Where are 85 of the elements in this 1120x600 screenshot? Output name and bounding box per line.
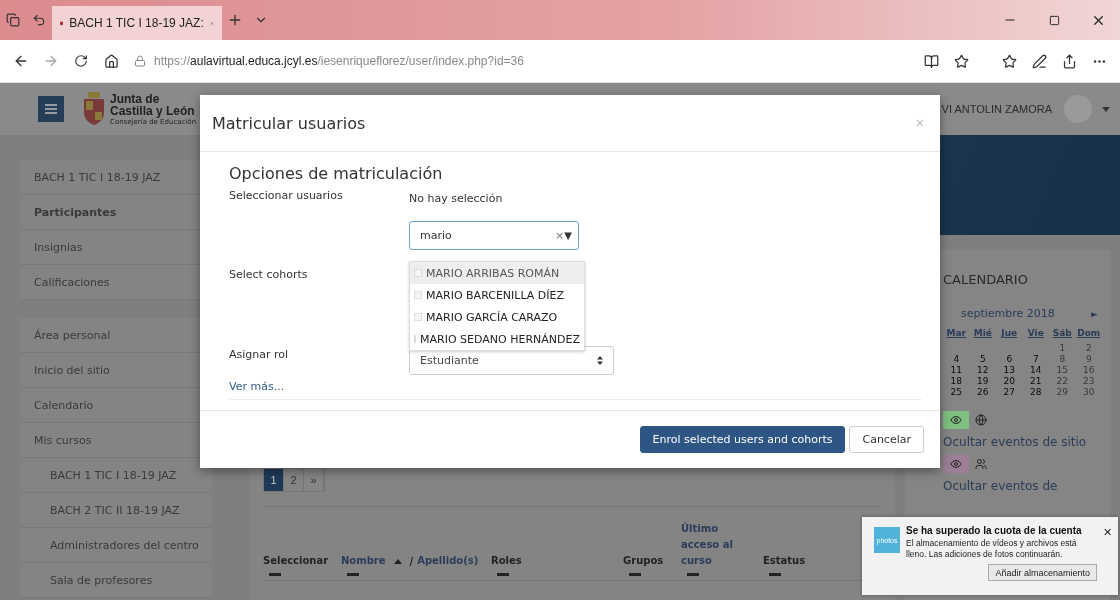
weekday-label: Dom <box>1076 328 1102 338</box>
users-icon <box>975 458 987 470</box>
filter-link[interactable]: Ocultar eventos de sitio <box>943 435 1087 449</box>
column-header: Estatus <box>763 554 807 568</box>
calendar-month: septiembre 2018 <box>961 307 1055 320</box>
url-text: https://aulavirtual.educa.jcyl.es/iesenriqueflorez/user/index.php?id=36 <box>154 54 524 68</box>
logo-text: Junta de <box>110 92 161 105</box>
cancel-button[interactable]: Cancelar <box>849 426 924 453</box>
calendar-day[interactable]: 23 <box>1075 376 1102 386</box>
suggestion-item[interactable]: MARIO SEDANO HERNÁNDEZ <box>410 328 584 350</box>
calendar-day[interactable]: 4 <box>943 354 970 364</box>
dialog-title: Matricular usuarios <box>212 113 366 133</box>
menu-icon <box>45 104 57 114</box>
lock-icon <box>134 55 146 67</box>
calendar-day[interactable]: 18 <box>943 376 970 386</box>
calendar-day[interactable]: 8 <box>1049 354 1076 364</box>
globe-icon <box>975 414 987 426</box>
calendar-day[interactable]: 14 <box>1022 365 1049 375</box>
calendar-day[interactable]: 7 <box>1022 354 1049 364</box>
calendar-day[interactable]: 29 <box>1049 387 1076 397</box>
nav-item[interactable]: Administradores del centro <box>20 528 212 563</box>
calendar-day[interactable]: 27 <box>996 387 1023 397</box>
nav-item[interactable]: BACH 2 TIC II 18-19 JAZ <box>20 493 212 528</box>
add-storage-button[interactable]: Añadir almacenamiento <box>988 564 1097 582</box>
eye-badge[interactable] <box>943 411 969 429</box>
calendar-day[interactable]: 6 <box>996 354 1023 364</box>
column-separator: / <box>409 555 414 567</box>
column-header: Seleccionar <box>263 554 330 568</box>
notification-message: El almacenamiento de vídeos y archivos está lleno. Las adiciones de fotos continuarán. <box>906 538 1078 561</box>
calendar-day[interactable]: 22 <box>1049 376 1076 386</box>
up-down-arrows-icon <box>597 356 603 365</box>
caret-icon[interactable] <box>1102 106 1110 112</box>
coat-of-arms-icon <box>82 92 106 126</box>
column-header-link[interactable]: Último acceso al curso <box>681 521 743 569</box>
calendar-day[interactable]: 9 <box>1075 354 1102 364</box>
address-field[interactable]: https://aulavirtual.educa.jcyl.es/iesenriqueflorez/user/index.php?id=36 <box>128 47 914 75</box>
calendar-day[interactable]: 25 <box>943 387 970 397</box>
next-month-link[interactable]: ► <box>1091 308 1098 319</box>
suggestion-item[interactable]: MARIO GARCÍA CARAZO <box>410 306 584 328</box>
page-link[interactable]: 1 <box>264 469 284 491</box>
calendar-day[interactable]: 11 <box>943 365 970 375</box>
eye-badge[interactable] <box>943 455 969 473</box>
weekday-label: Mar <box>945 328 967 338</box>
see-more-link[interactable]: Ver más... <box>229 380 922 400</box>
calendar-day[interactable]: 16 <box>1075 365 1102 375</box>
column-header: Grupos <box>623 554 665 568</box>
calendar-title: CALENDARIO <box>943 272 1029 287</box>
calendar-day[interactable]: 21 <box>1022 376 1049 386</box>
weekday-label: Mié <box>972 328 993 338</box>
user-name[interactable]: VI ANTOLIN ZAMORA <box>941 103 1052 115</box>
filter-link[interactable]: Ocultar eventos de <box>943 479 1058 493</box>
user-search-field[interactable]: mario ×▼ <box>409 221 579 250</box>
menu-button[interactable] <box>38 96 64 122</box>
field-label: Asignar rol <box>229 348 290 361</box>
calendar-day[interactable]: 20 <box>996 376 1023 386</box>
column-header-link[interactable]: Apellido(s) <box>417 553 479 569</box>
calendar-day[interactable]: 13 <box>996 365 1023 375</box>
calendar-day[interactable]: 28 <box>1022 387 1049 397</box>
calendar-day[interactable]: 15 <box>1049 365 1076 375</box>
calendar-day[interactable]: 12 <box>969 365 996 375</box>
field-label: Seleccionar usuarios <box>229 189 344 202</box>
browser-tab[interactable]: BACH 1 TIC I 18-19 JAZ: <box>52 6 222 40</box>
column-header: Roles <box>491 554 523 568</box>
suggestion-item[interactable]: MARIO BARCENILLA DÍEZ <box>410 284 584 306</box>
weekday-label: Sáb <box>1051 328 1073 338</box>
calendar-day[interactable]: 30 <box>1075 387 1102 397</box>
calendar-day[interactable]: 2 <box>1075 343 1102 353</box>
calendar-day[interactable]: 19 <box>969 376 996 386</box>
notification-title: Se ha superado la cuota de la cuenta <box>906 525 1083 536</box>
field-label: Select cohorts <box>229 268 309 281</box>
weekday-label: Jue <box>999 328 1019 338</box>
logo-text: Castilla y León <box>110 104 196 117</box>
suggestion-item[interactable]: MARIO ARRIBAS ROMÁN <box>410 262 584 284</box>
sort-up-icon <box>393 558 402 564</box>
close-button[interactable]: ✕ <box>1103 525 1112 539</box>
calendar-day[interactable]: 5 <box>969 354 996 364</box>
selection-status: No hay selección <box>409 192 504 205</box>
calendar-day[interactable]: 26 <box>969 387 996 397</box>
tab-title: BACH 1 TIC I 18-19 JAZ: <box>69 16 204 30</box>
column-header-link[interactable]: Nombre <box>341 553 386 569</box>
calendar-day[interactable]: 1 <box>1049 343 1076 353</box>
enrol-button[interactable]: Enrol selected users and cohorts <box>639 426 846 453</box>
section-title: Opciones de matriculación <box>229 164 444 183</box>
weekday-label: Vie <box>1026 328 1045 338</box>
nav-item[interactable]: Sala de profesores <box>20 563 212 598</box>
